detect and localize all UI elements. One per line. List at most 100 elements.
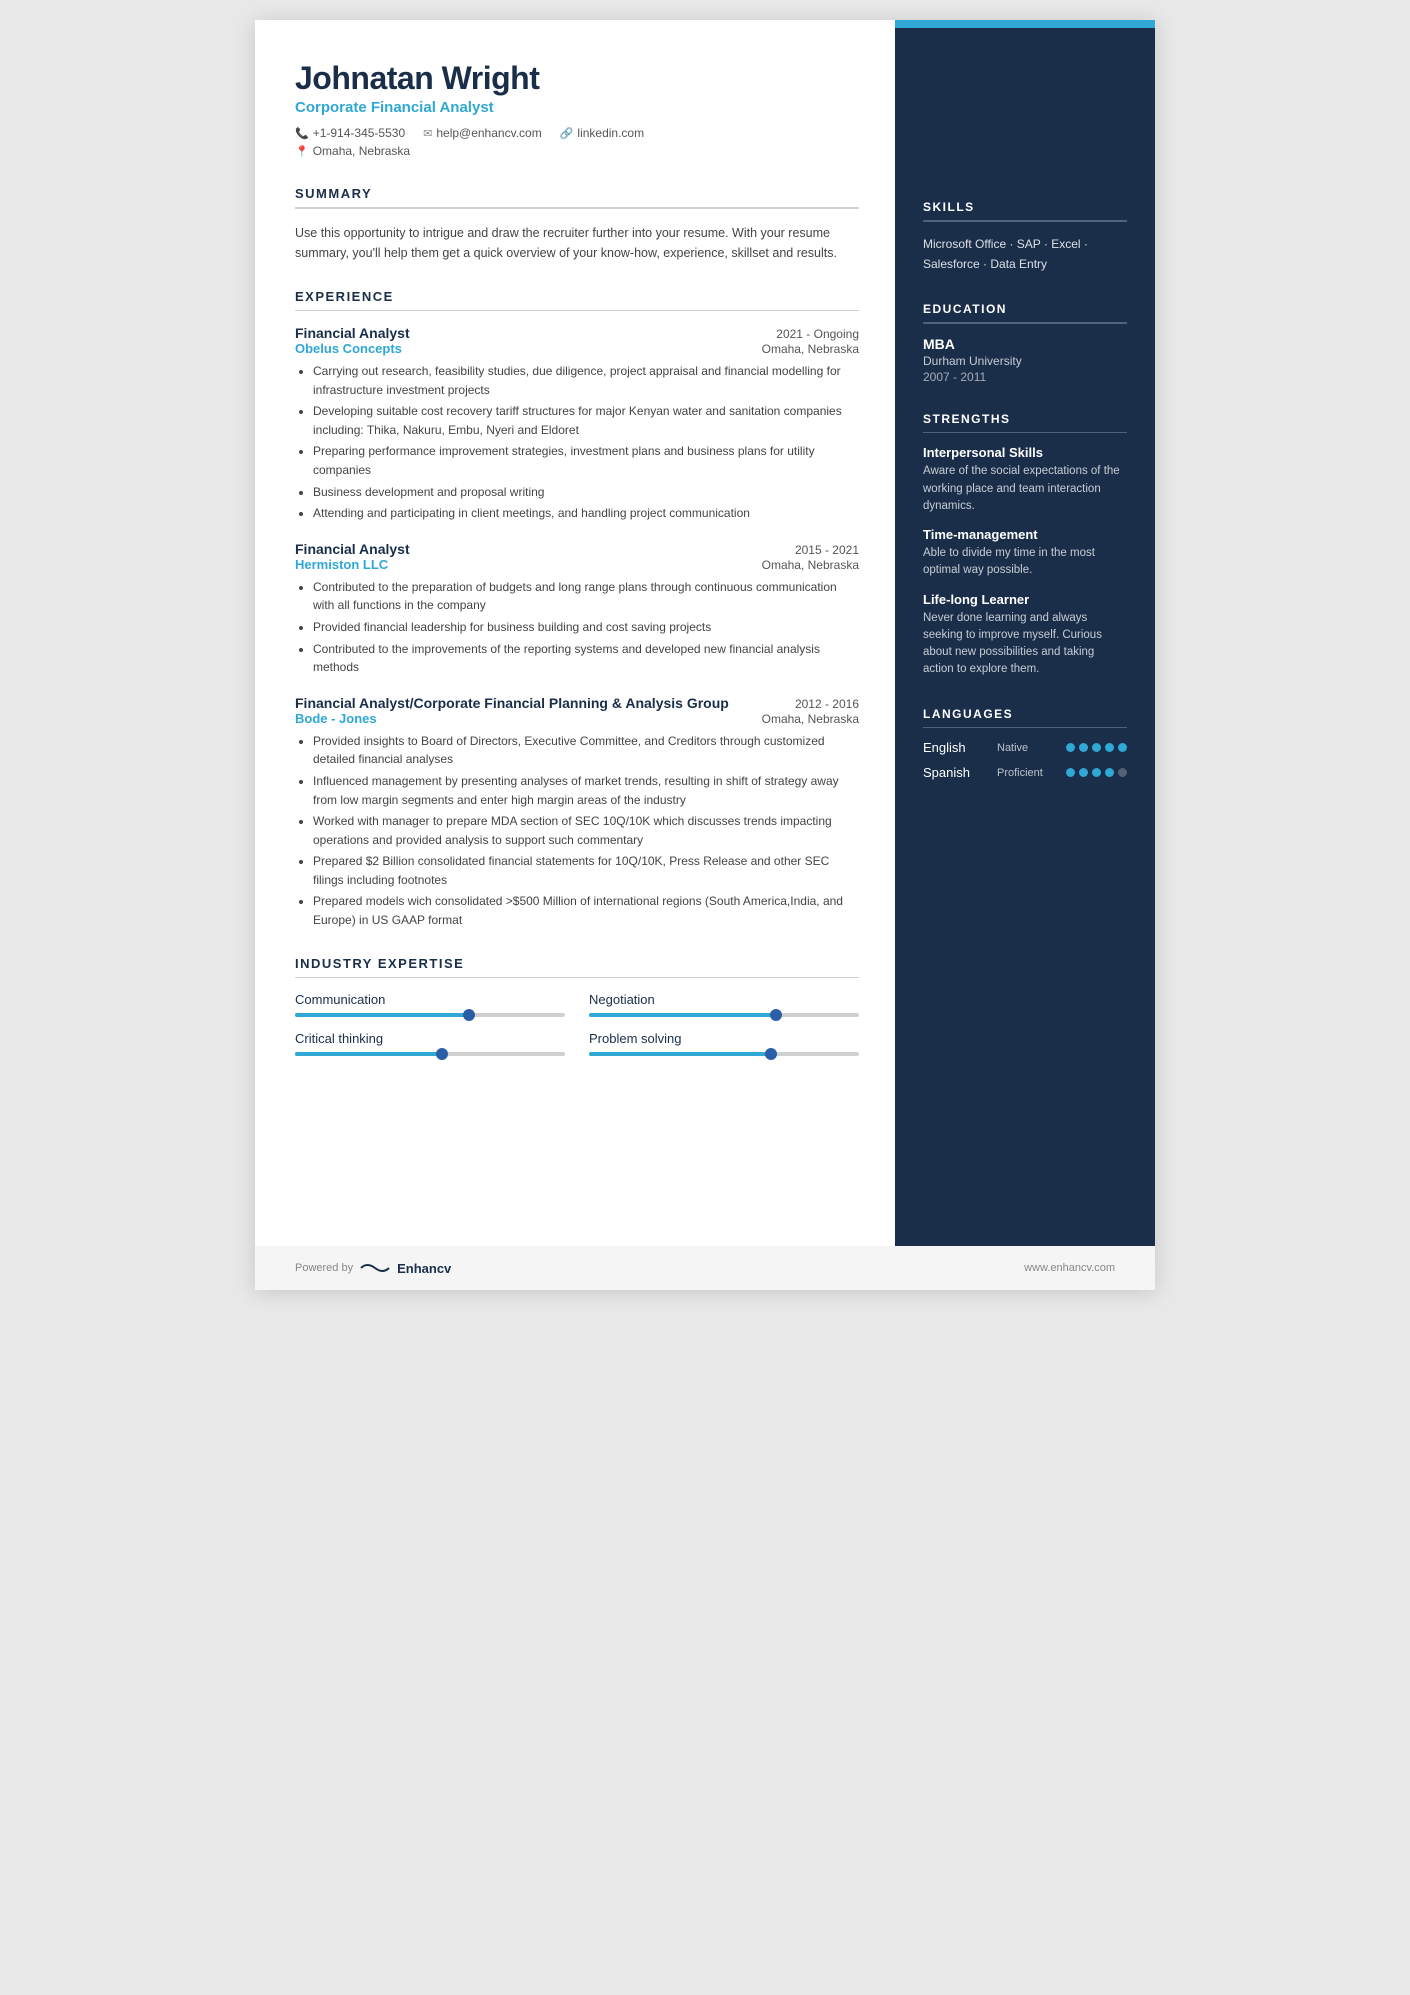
bullet: Contributed to the improvements of the r…	[313, 640, 859, 677]
expertise-bar-bg-1	[589, 1013, 859, 1017]
expertise-label-0: Communication	[295, 992, 565, 1007]
strength-desc-2: Never done learning and always seeking t…	[923, 610, 1127, 679]
lang-dot	[1092, 743, 1101, 752]
exp-dates-1: 2021 - Ongoing	[776, 327, 859, 341]
lang-name-0: English	[923, 740, 988, 755]
strengths-divider	[923, 432, 1127, 434]
strengths-section: STRENGTHS Interpersonal Skills Aware of …	[923, 412, 1127, 679]
header-section: Johnatan Wright Corporate Financial Anal…	[295, 60, 859, 158]
lang-level-0: Native	[997, 742, 1057, 754]
footer-brand-name: Enhancv	[397, 1261, 451, 1276]
expertise-label-1: Negotiation	[589, 992, 859, 1007]
exp-role-2: Financial Analyst	[295, 541, 410, 557]
experience-section: EXPERIENCE Financial Analyst 2021 - Ongo…	[295, 289, 859, 930]
lang-dot	[1092, 768, 1101, 777]
phone-item: 📞 +1-914-345-5530	[295, 126, 405, 140]
lang-dots-0	[1066, 743, 1127, 752]
experience-divider	[295, 310, 859, 312]
exp-header-1: Financial Analyst 2021 - Ongoing	[295, 325, 859, 341]
lang-dots-1	[1066, 768, 1127, 777]
edu-years: 2007 - 2011	[923, 370, 1127, 384]
footer-url: www.enhancv.com	[1024, 1262, 1115, 1274]
exp-company-3: Bode - Jones	[295, 711, 377, 726]
exp-location-2: Omaha, Nebraska	[762, 558, 859, 572]
expertise-label-2: Critical thinking	[295, 1031, 565, 1046]
expertise-grid: Communication Negotiation Critical think…	[295, 992, 859, 1056]
industry-expertise-title: INDUSTRY EXPERTISE	[295, 956, 859, 971]
strength-item-0: Interpersonal Skills Aware of the social…	[923, 445, 1127, 515]
exp-company-row-1: Obelus Concepts Omaha, Nebraska	[295, 341, 859, 356]
expertise-bar-fill-2	[295, 1052, 444, 1056]
exp-header-3: Financial Analyst/Corporate Financial Pl…	[295, 695, 859, 711]
expertise-item-3: Problem solving	[589, 1031, 859, 1056]
summary-section: SUMMARY Use this opportunity to intrigue…	[295, 186, 859, 263]
exp-bullets-3: Provided insights to Board of Directors,…	[295, 732, 859, 930]
exp-header-2: Financial Analyst 2015 - 2021	[295, 541, 859, 557]
exp-bullets-2: Contributed to the preparation of budget…	[295, 578, 859, 677]
expertise-bar-fill-0	[295, 1013, 471, 1017]
bullet: Provided financial leadership for busine…	[313, 618, 859, 637]
lang-dot	[1118, 768, 1127, 777]
languages-divider	[923, 727, 1127, 729]
edu-school: Durham University	[923, 354, 1127, 368]
left-column: Johnatan Wright Corporate Financial Anal…	[255, 20, 895, 1290]
education-title: EDUCATION	[923, 302, 1127, 316]
expertise-bar-bg-0	[295, 1013, 565, 1017]
exp-location-3: Omaha, Nebraska	[762, 712, 859, 726]
expertise-bar-fill-1	[589, 1013, 778, 1017]
strength-title-1: Time-management	[923, 527, 1127, 542]
job-title: Corporate Financial Analyst	[295, 99, 859, 116]
lang-dot	[1105, 768, 1114, 777]
expertise-bar-fill-3	[589, 1052, 773, 1056]
exp-role-1: Financial Analyst	[295, 325, 410, 341]
candidate-name: Johnatan Wright	[295, 60, 859, 97]
bullet: Carrying out research, feasibility studi…	[313, 362, 859, 399]
summary-divider	[295, 207, 859, 209]
languages-title: LANGUAGES	[923, 707, 1127, 721]
exp-dates-2: 2015 - 2021	[795, 543, 859, 557]
link-icon: 🔗	[560, 127, 574, 140]
strength-title-0: Interpersonal Skills	[923, 445, 1127, 460]
exp-company-1: Obelus Concepts	[295, 341, 402, 356]
lang-dot	[1105, 743, 1114, 752]
strength-item-1: Time-management Able to divide my time i…	[923, 527, 1127, 580]
location-text: Omaha, Nebraska	[313, 144, 410, 158]
lang-item-0: English Native	[923, 740, 1127, 755]
industry-expertise-section: INDUSTRY EXPERTISE Communication Negotia…	[295, 956, 859, 1057]
exp-company-2: Hermiston LLC	[295, 557, 388, 572]
right-col-accent	[895, 20, 1155, 28]
skills-section: SKILLS Microsoft Office · SAP · Excel · …	[923, 200, 1127, 274]
experience-title: EXPERIENCE	[295, 289, 859, 304]
bullet: Attending and participating in client me…	[313, 504, 859, 523]
location-icon: 📍	[295, 145, 309, 158]
exp-item-2: Financial Analyst 2015 - 2021 Hermiston …	[295, 541, 859, 677]
exp-item-1: Financial Analyst 2021 - Ongoing Obelus …	[295, 325, 859, 523]
strength-desc-0: Aware of the social expectations of the …	[923, 463, 1127, 515]
exp-item-3: Financial Analyst/Corporate Financial Pl…	[295, 695, 859, 930]
exp-company-row-2: Hermiston LLC Omaha, Nebraska	[295, 557, 859, 572]
email-item: ✉ help@enhancv.com	[423, 126, 542, 140]
strength-title-2: Life-long Learner	[923, 592, 1127, 607]
exp-role-3: Financial Analyst/Corporate Financial Pl…	[295, 695, 729, 711]
expertise-item-1: Negotiation	[589, 992, 859, 1017]
exp-company-row-3: Bode - Jones Omaha, Nebraska	[295, 711, 859, 726]
bullet: Influenced management by presenting anal…	[313, 772, 859, 809]
lang-item-1: Spanish Proficient	[923, 765, 1127, 780]
strength-item-2: Life-long Learner Never done learning an…	[923, 592, 1127, 679]
lang-name-1: Spanish	[923, 765, 988, 780]
website-item: 🔗 linkedin.com	[560, 126, 644, 140]
exp-location-1: Omaha, Nebraska	[762, 342, 859, 356]
strength-desc-1: Able to divide my time in the most optim…	[923, 545, 1127, 580]
email-icon: ✉	[423, 127, 432, 140]
email-address: help@enhancv.com	[436, 126, 541, 140]
bullet: Prepared $2 Billion consolidated financi…	[313, 852, 859, 889]
bullet: Preparing performance improvement strate…	[313, 442, 859, 479]
edu-degree: MBA	[923, 336, 1127, 352]
education-section: EDUCATION MBA Durham University 2007 - 2…	[923, 302, 1127, 384]
right-column: SKILLS Microsoft Office · SAP · Excel · …	[895, 20, 1155, 1290]
footer: Powered by Enhancv www.enhancv.com	[255, 1246, 1155, 1290]
bullet: Business development and proposal writin…	[313, 483, 859, 502]
phone-number: +1-914-345-5530	[313, 126, 405, 140]
footer-brand: Powered by Enhancv	[295, 1260, 451, 1276]
lang-dot	[1066, 743, 1075, 752]
